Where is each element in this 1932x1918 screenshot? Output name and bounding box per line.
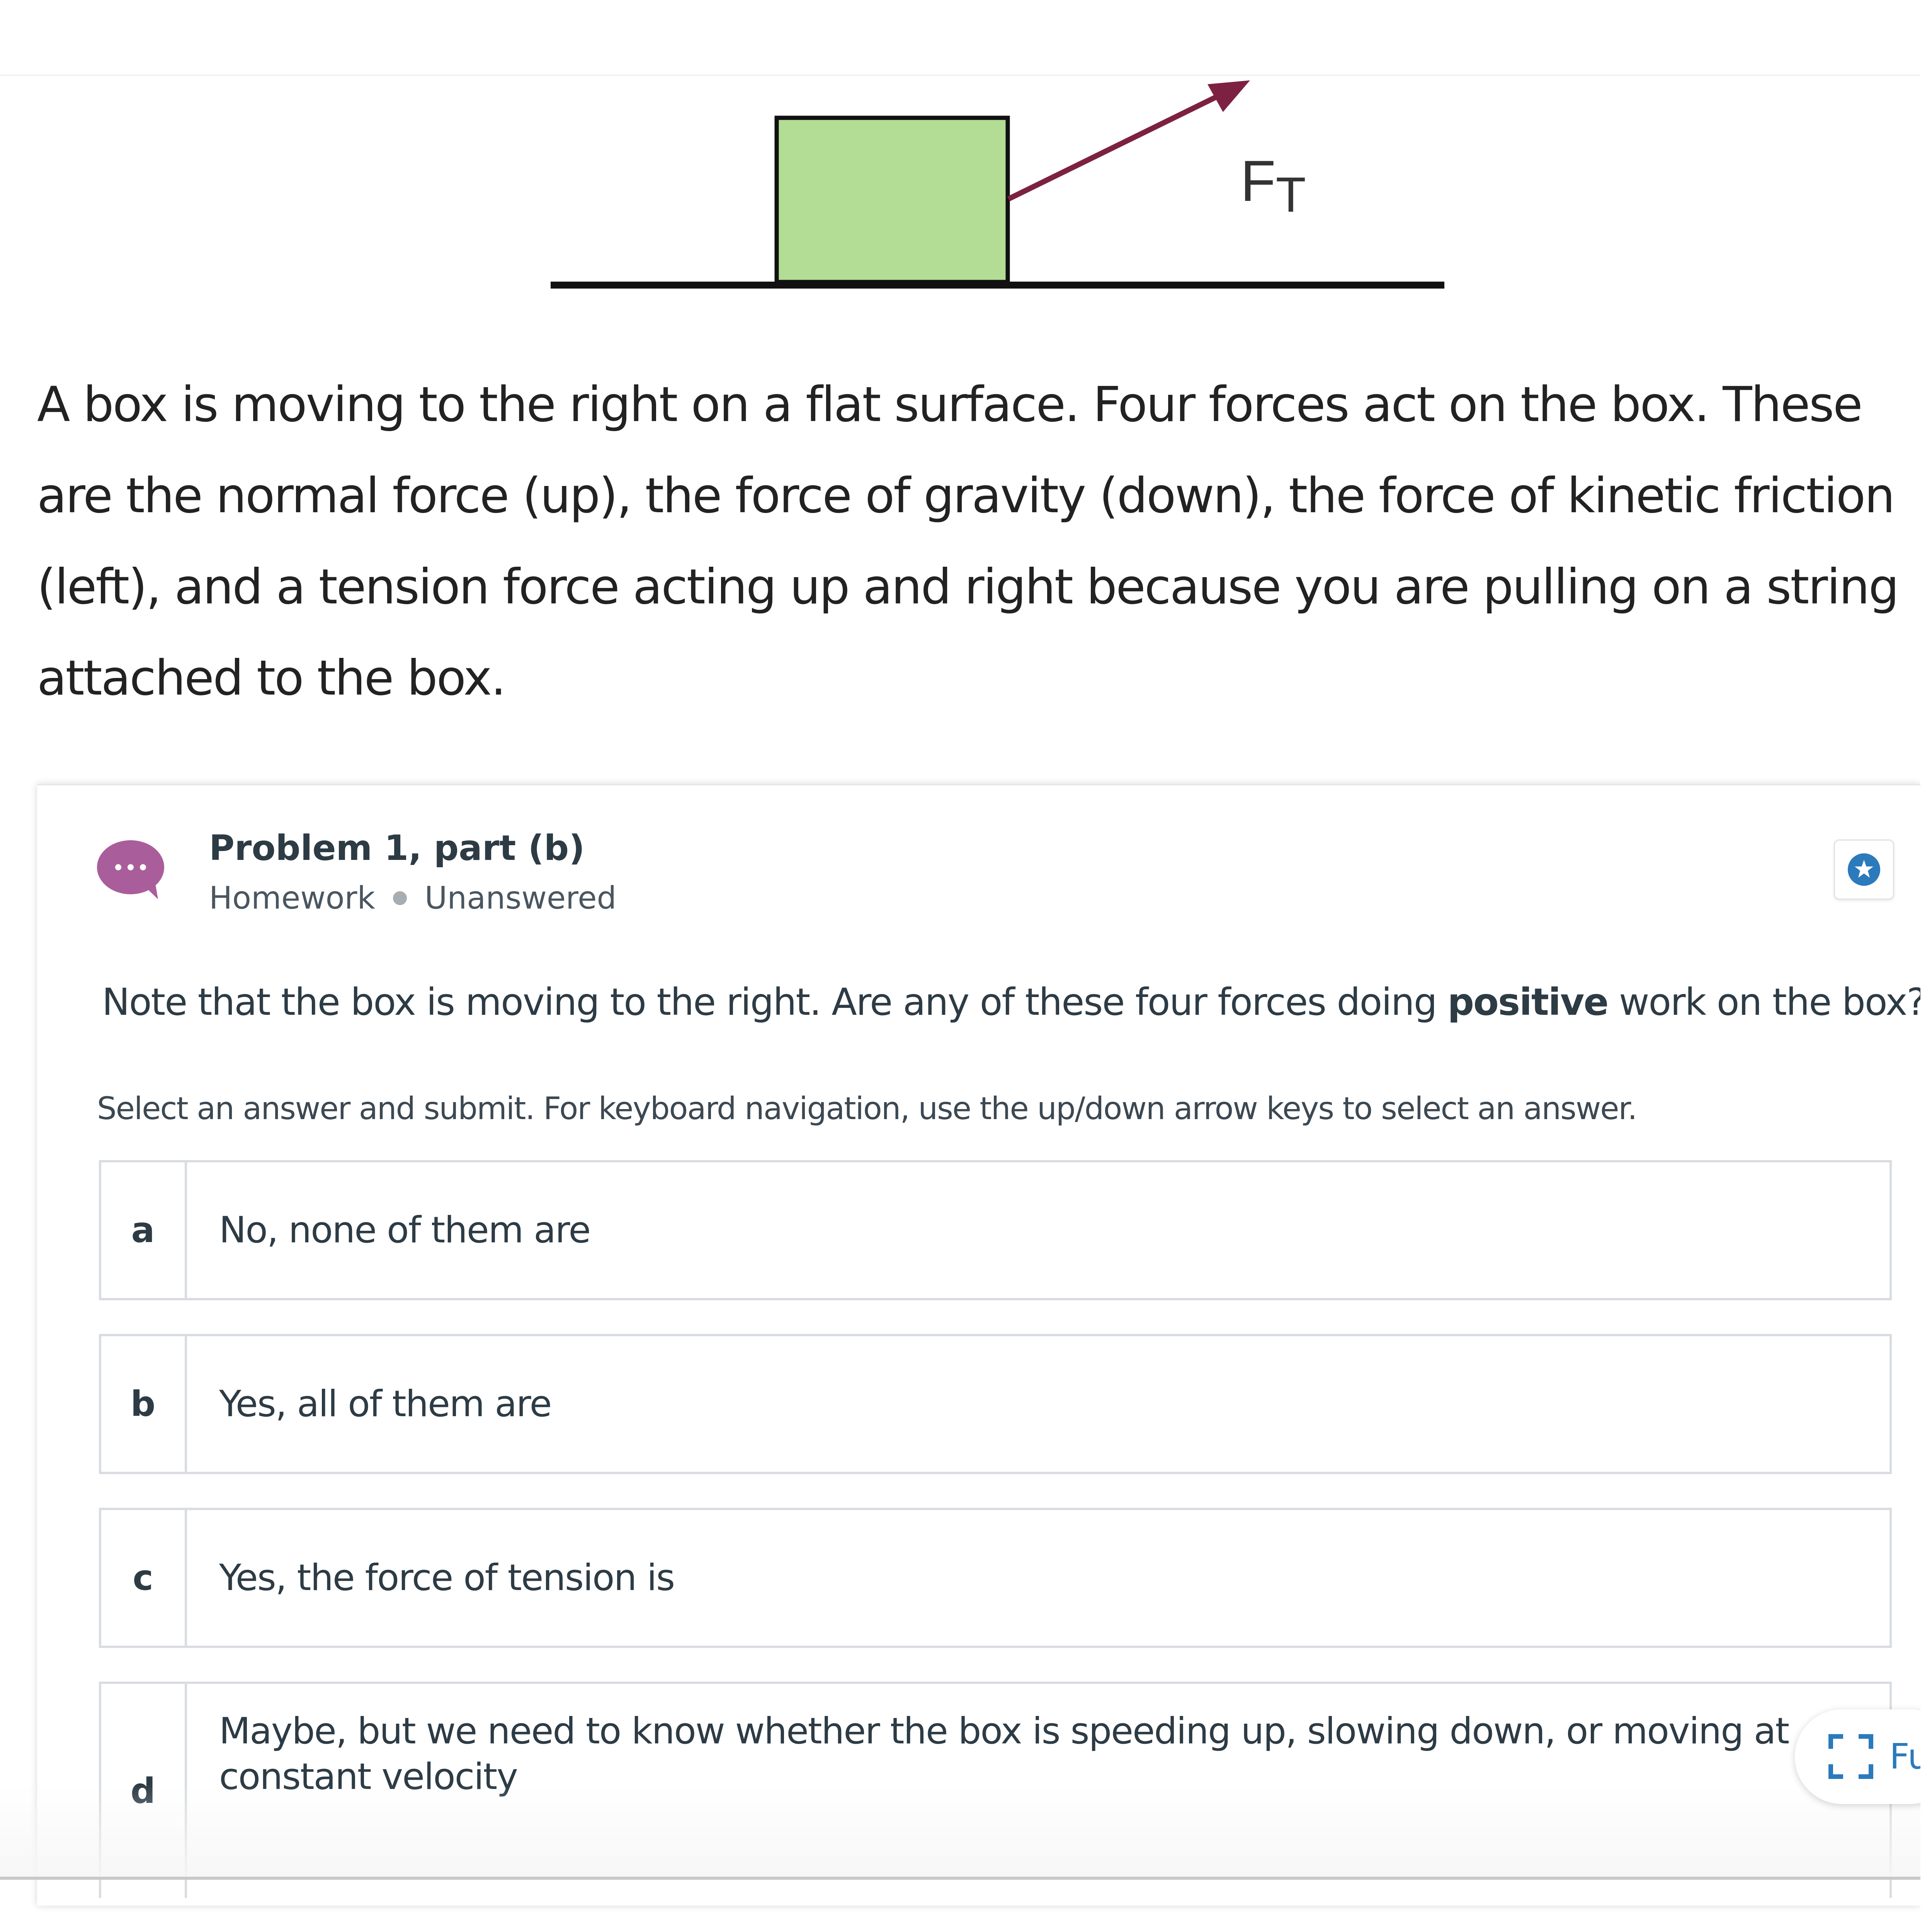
- question-card: Problem 1, part (b) Homework Unanswered …: [37, 784, 1926, 1906]
- answer-option-a[interactable]: a No, none of them are: [99, 1160, 1892, 1300]
- problem-title: Problem 1, part (b): [209, 828, 585, 868]
- force-diagram: FT: [551, 80, 1444, 289]
- fullscreen-icon: [1828, 1734, 1873, 1779]
- option-letter: b: [101, 1336, 187, 1472]
- question-text: Note that the box is moving to the right…: [102, 980, 1926, 1024]
- answer-instructions: Select an answer and submit. For keyboar…: [97, 1091, 1637, 1126]
- option-letter: d: [101, 1684, 187, 1898]
- tension-arrow: [1007, 90, 1226, 202]
- bookmark-button[interactable]: [1834, 839, 1894, 900]
- fullscreen-button[interactable]: Fu: [1795, 1709, 1932, 1804]
- problem-intro-text: A box is moving to the right on a flat s…: [37, 377, 1899, 706]
- option-text: Yes, the force of tension is: [219, 1556, 675, 1599]
- problem-meta: Homework Unanswered: [209, 880, 616, 916]
- answer-option-c[interactable]: c Yes, the force of tension is: [99, 1508, 1892, 1648]
- option-text: No, none of them are: [219, 1209, 591, 1251]
- discussion-bubble-icon: [97, 840, 164, 899]
- assignment-type: Homework: [209, 880, 375, 916]
- option-letter: c: [101, 1510, 187, 1646]
- answer-status: Unanswered: [424, 880, 617, 916]
- separator-dot: [393, 891, 407, 905]
- force-label-subscript: T: [1276, 167, 1306, 223]
- right-margin: [1920, 0, 1932, 1918]
- page: FT A box is moving to the right on a fla…: [0, 0, 1932, 1918]
- answer-option-d[interactable]: d Maybe, but we need to know whether the…: [99, 1682, 1892, 1898]
- bottom-divider: [0, 1877, 1920, 1880]
- star-icon: [1848, 853, 1880, 886]
- question-emphasis: positive: [1447, 980, 1609, 1024]
- force-label: FT: [1240, 148, 1306, 223]
- answer-option-b[interactable]: b Yes, all of them are: [99, 1334, 1892, 1474]
- box: [774, 116, 1010, 284]
- option-text: Yes, all of them are: [219, 1383, 552, 1425]
- option-letter: a: [101, 1162, 187, 1298]
- option-text: Maybe, but we need to know whether the b…: [219, 1710, 1789, 1798]
